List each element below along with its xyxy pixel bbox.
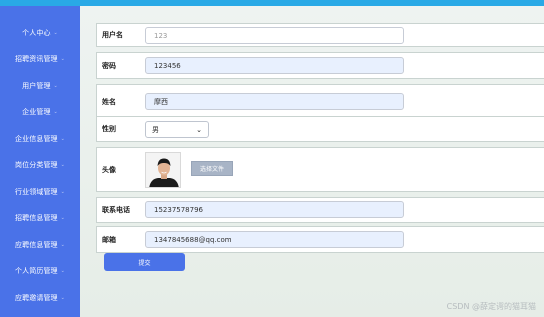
phone-row: 联系电话 15237578796 [96, 197, 544, 223]
username-field[interactable]: 123 [145, 27, 404, 44]
chevron-down-icon: ⌄ [60, 268, 65, 274]
submit-button[interactable]: 提交 [104, 253, 185, 271]
sidebar-item-industries[interactable]: 行业领域管理 ⌄ [0, 182, 80, 202]
chevron-down-icon: ⌄ [60, 56, 65, 62]
sidebar-item-resumes[interactable]: 个人简历管理 ⌄ [0, 261, 80, 281]
avatar-image [145, 152, 181, 188]
chevron-down-icon: ⌄ [196, 125, 202, 134]
sidebar-item-label: 招聘信息管理 [15, 214, 58, 222]
chevron-down-icon: ⌄ [60, 189, 65, 195]
email-row: 邮箱 1347845688@qq.com [96, 226, 544, 253]
main-content: 用户名 123 密码 123456 姓名 摩西 性别 男 ⌄ 头像 选择文件 联… [80, 6, 544, 317]
sidebar-item-applications[interactable]: 应聘信息管理 ⌄ [0, 235, 80, 255]
sidebar-item-label: 个人中心 [22, 29, 51, 37]
chevron-down-icon: ⌄ [53, 109, 58, 115]
sidebar-item-label: 企业管理 [22, 108, 51, 116]
sidebar-item-job-categories[interactable]: 岗位分类管理 ⌄ [0, 155, 80, 175]
sidebar-item-label: 用户管理 [22, 82, 51, 90]
sidebar-item-invitations[interactable]: 应聘邀请管理 ⌄ [0, 288, 80, 308]
phone-label: 联系电话 [102, 206, 130, 214]
gender-label: 性别 [102, 125, 116, 133]
chevron-down-icon: ⌄ [60, 295, 65, 301]
profile-form: 用户名 123 密码 123456 姓名 摩西 性别 男 ⌄ 头像 选择文件 联… [96, 13, 544, 253]
sidebar-item-label: 岗位分类管理 [15, 161, 58, 169]
chevron-down-icon: ⌄ [60, 136, 65, 142]
sidebar-item-label: 应聘邀请管理 [15, 294, 58, 302]
chevron-down-icon: ⌄ [60, 162, 65, 168]
chevron-down-icon: ⌄ [60, 215, 65, 221]
sidebar-item-users[interactable]: 用户管理 ⌄ [0, 76, 80, 96]
avatar-row: 头像 选择文件 [96, 147, 544, 192]
username-row: 用户名 123 [96, 23, 544, 47]
email-label: 邮箱 [102, 235, 116, 244]
email-field[interactable]: 1347845688@qq.com [145, 231, 404, 248]
name-row: 姓名 摩西 [96, 84, 544, 120]
phone-field[interactable]: 15237578796 [145, 201, 404, 218]
sidebar-item-label: 个人简历管理 [15, 267, 58, 275]
name-field[interactable]: 摩西 [145, 93, 404, 110]
watermark: CSDN @薛定谔的猫耳猫 [446, 302, 536, 311]
sidebar-item-news[interactable]: 招聘资讯管理 ⌄ [0, 49, 80, 69]
sidebar-item-label: 企业信息管理 [15, 135, 58, 143]
name-label: 姓名 [102, 98, 116, 106]
gender-row: 性别 男 ⌄ [96, 116, 544, 142]
sidebar-item-job-posts[interactable]: 招聘信息管理 ⌄ [0, 208, 80, 228]
sidebar-item-company-info[interactable]: 企业信息管理 ⌄ [0, 129, 80, 149]
chevron-down-icon: ⌄ [60, 242, 65, 248]
password-field[interactable]: 123456 [145, 57, 404, 74]
sidebar-item-label: 招聘资讯管理 [15, 55, 58, 63]
person-photo-icon [146, 153, 180, 187]
gender-value: 男 [152, 125, 159, 134]
avatar-label: 头像 [102, 165, 116, 174]
chevron-down-icon: ⌄ [53, 83, 58, 89]
sidebar-item-label: 行业领域管理 [15, 188, 58, 196]
sidebar-item-companies[interactable]: 企业管理 ⌄ [0, 102, 80, 122]
sidebar-item-profile[interactable]: 个人中心 ⌄ [0, 23, 80, 43]
sidebar: 个人中心 ⌄ 招聘资讯管理 ⌄ 用户管理 ⌄ 企业管理 ⌄ 企业信息管理 ⌄ 岗位分类管理… [0, 6, 80, 317]
sidebar-item-label: 应聘信息管理 [15, 241, 58, 249]
gender-select[interactable]: 男 ⌄ [145, 121, 209, 138]
choose-file-button[interactable]: 选择文件 [191, 161, 233, 176]
password-row: 密码 123456 [96, 52, 544, 79]
chevron-down-icon: ⌄ [53, 30, 58, 36]
password-label: 密码 [102, 61, 116, 70]
username-label: 用户名 [102, 31, 123, 39]
